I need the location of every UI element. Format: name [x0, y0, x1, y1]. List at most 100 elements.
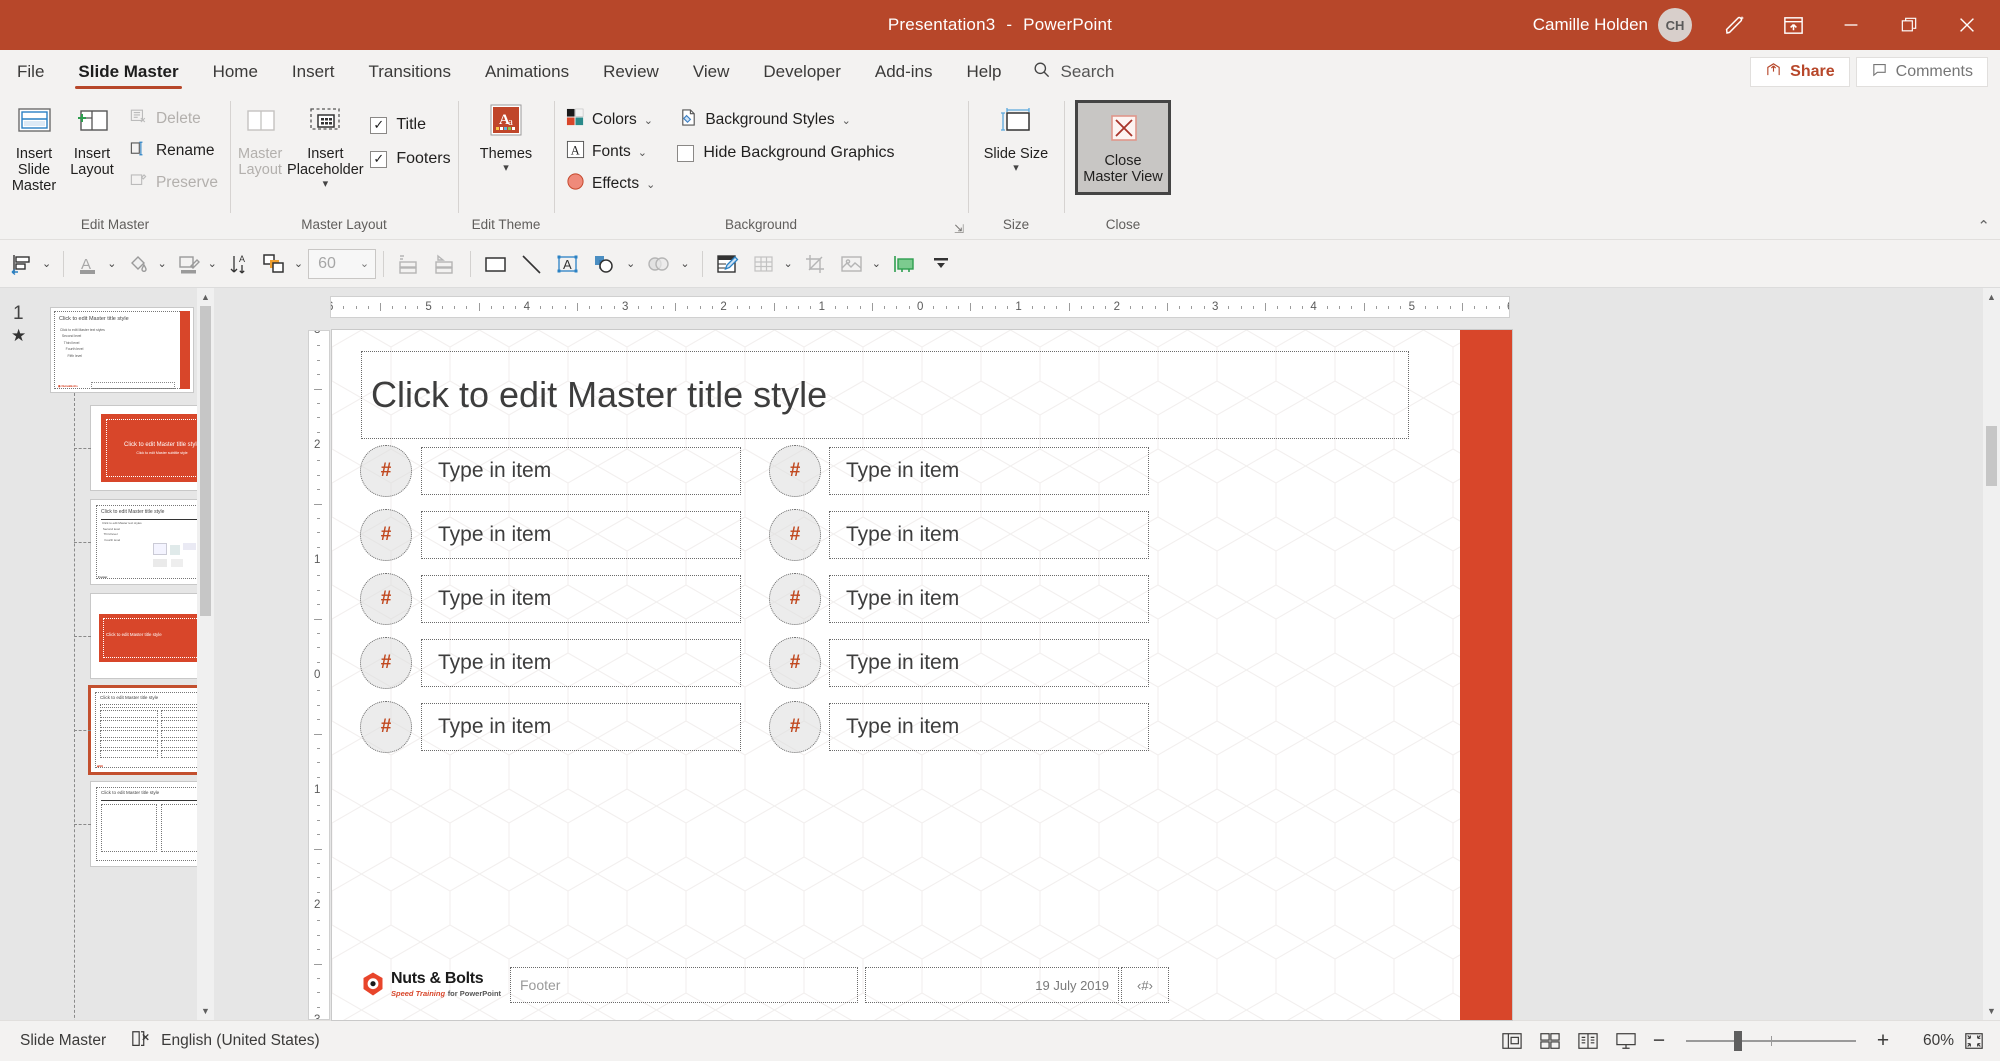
- canvas-scroll-up-arrow[interactable]: ▲: [1983, 288, 2000, 306]
- thumbnail-slide-master[interactable]: Click to edit Master title style Click t…: [51, 308, 193, 392]
- footers-checkbox[interactable]: ✓ Footers: [366, 142, 454, 176]
- theme-colors-button[interactable]: Colors ⌄: [560, 104, 661, 136]
- align-distribute-button[interactable]: [886, 244, 924, 284]
- themes-button[interactable]: A a Themes ▾: [467, 98, 545, 180]
- tab-review[interactable]: Review: [586, 50, 676, 94]
- font-size-input[interactable]: 60 ⌄: [308, 248, 377, 279]
- title-placeholder[interactable]: Click to edit Master title style: [361, 351, 1409, 439]
- thumbnail-scroll-thumb[interactable]: [200, 306, 211, 616]
- collapse-ribbon-icon[interactable]: ⌃: [1977, 217, 1990, 235]
- item-placeholder-right-1[interactable]: Type in item: [829, 447, 1149, 495]
- shape-fill-caret[interactable]: ⌄: [155, 257, 171, 270]
- user-name[interactable]: Camille Holden: [1533, 15, 1658, 35]
- distribute-horizontally-button[interactable]: [427, 244, 463, 284]
- theme-effects-button[interactable]: Effects ⌄: [560, 168, 661, 200]
- tab-insert[interactable]: Insert: [275, 50, 352, 94]
- item-placeholder-left-2[interactable]: Type in item: [421, 511, 741, 559]
- shape-fill-button[interactable]: [121, 244, 155, 284]
- item-placeholder-left-4[interactable]: Type in item: [421, 639, 741, 687]
- thumbnail-layout-section-header[interactable]: Click to edit Master title style: [91, 594, 214, 678]
- delete-master-button[interactable]: Delete: [122, 103, 224, 135]
- arrange-objects-caret[interactable]: ⌄: [292, 257, 308, 270]
- table-tools-caret[interactable]: ⌄: [782, 257, 798, 270]
- sort-order-button[interactable]: A: [222, 244, 256, 284]
- font-size-caret[interactable]: ⌄: [360, 257, 375, 270]
- slideshow-button[interactable]: [1608, 1026, 1644, 1056]
- canvas-scrollbar[interactable]: ▲ ▼: [1983, 288, 2000, 1020]
- merge-shapes-button[interactable]: [640, 244, 678, 284]
- search-input[interactable]: Search: [1018, 50, 1128, 94]
- status-view-name[interactable]: Slide Master: [8, 1032, 118, 1050]
- status-language[interactable]: English (United States): [118, 1029, 332, 1054]
- theme-fonts-button[interactable]: A Fonts ⌄: [560, 136, 661, 168]
- number-placeholder-right-4[interactable]: #: [769, 637, 821, 689]
- shape-outline-caret[interactable]: ⌄: [206, 257, 222, 270]
- comments-button[interactable]: Comments: [1855, 57, 1988, 87]
- number-placeholder-right-2[interactable]: #: [769, 509, 821, 561]
- close-icon[interactable]: [1938, 0, 1996, 50]
- normal-view-button[interactable]: [1494, 1026, 1530, 1056]
- merge-shapes-caret[interactable]: ⌄: [678, 257, 694, 270]
- thumbnail-layout-comparison[interactable]: Click to edit Master title style: [91, 782, 214, 866]
- item-placeholder-left-1[interactable]: Type in item: [421, 447, 741, 495]
- item-placeholder-right-2[interactable]: Type in item: [829, 511, 1149, 559]
- background-styles-button[interactable]: Background Styles ⌄: [673, 104, 898, 136]
- rename-master-button[interactable]: Rename: [122, 135, 224, 167]
- thumbnail-scrollbar[interactable]: ▲ ▼: [197, 288, 214, 1020]
- number-placeholder-left-3[interactable]: #: [360, 573, 412, 625]
- thumbnail-scroll-up-arrow[interactable]: ▲: [197, 288, 214, 306]
- align-objects-caret[interactable]: ⌄: [40, 257, 56, 270]
- slide-sorter-button[interactable]: [1532, 1026, 1568, 1056]
- shape-gallery-caret[interactable]: ⌄: [624, 257, 640, 270]
- date-placeholder[interactable]: 19 July 2019: [865, 967, 1119, 1003]
- fit-to-window-button[interactable]: [1956, 1026, 1992, 1056]
- number-placeholder-left-1[interactable]: #: [360, 445, 412, 497]
- item-placeholder-right-5[interactable]: Type in item: [829, 703, 1149, 751]
- slide-size-button[interactable]: Slide Size ▾: [977, 98, 1055, 180]
- zoom-out-button[interactable]: −: [1646, 1029, 1672, 1053]
- insert-placeholder-button[interactable]: Insert Placeholder ▾: [286, 98, 364, 196]
- shape-gallery-button[interactable]: [586, 244, 624, 284]
- slide-thumbnail-pane[interactable]: 1 ★ Click to edit Master title style Cli…: [0, 288, 214, 1020]
- restore-ribbon-icon[interactable]: [1764, 0, 1822, 50]
- canvas-scroll-thumb[interactable]: [1986, 426, 1997, 486]
- zoom-in-button[interactable]: +: [1870, 1029, 1896, 1053]
- preserve-master-button[interactable]: Preserve: [122, 167, 224, 199]
- ink-pen-icon[interactable]: [1706, 0, 1764, 50]
- thumbnail-scroll-track[interactable]: [197, 306, 214, 1002]
- distribute-vertically-button[interactable]: [391, 244, 427, 284]
- crop-picture-button[interactable]: [798, 244, 834, 284]
- minimize-icon[interactable]: [1822, 0, 1880, 50]
- number-placeholder-right-1[interactable]: #: [769, 445, 821, 497]
- hide-background-graphics-checkbox[interactable]: Hide Background Graphics: [673, 136, 898, 170]
- align-objects-button[interactable]: [4, 244, 40, 284]
- number-placeholder-right-3[interactable]: #: [769, 573, 821, 625]
- thumbnail-layout-title-content[interactable]: Click to edit Master title style Click t…: [91, 500, 214, 584]
- background-dialog-launcher[interactable]: ⇲: [954, 222, 964, 236]
- more-commands-button[interactable]: [924, 244, 958, 284]
- number-placeholder-right-5[interactable]: #: [769, 701, 821, 753]
- reading-view-button[interactable]: [1570, 1026, 1606, 1056]
- item-placeholder-left-5[interactable]: Type in item: [421, 703, 741, 751]
- canvas-scroll-track[interactable]: [1983, 306, 2000, 1002]
- font-color-button[interactable]: A: [71, 244, 105, 284]
- line-shape-button[interactable]: [514, 244, 550, 284]
- thumbnail-scroll-down-arrow[interactable]: ▼: [197, 1002, 214, 1020]
- avatar[interactable]: CH: [1658, 8, 1692, 42]
- title-checkbox[interactable]: ✓ Title: [366, 108, 454, 142]
- slide-number-placeholder[interactable]: ‹#›: [1121, 967, 1169, 1003]
- horizontal-ruler[interactable]: 6 5 4 3 2 1 0 1 2 3 4 5 6: [330, 296, 1510, 318]
- footer-placeholder[interactable]: Footer: [510, 967, 858, 1003]
- zoom-slider[interactable]: [1686, 1031, 1856, 1051]
- text-box-button[interactable]: A: [550, 244, 586, 284]
- item-placeholder-left-3[interactable]: Type in item: [421, 575, 741, 623]
- picture-tools-button[interactable]: [834, 244, 870, 284]
- zoom-level-label[interactable]: 60%: [1898, 1032, 1954, 1050]
- tab-home[interactable]: Home: [196, 50, 275, 94]
- zoom-slider-handle[interactable]: [1733, 1031, 1742, 1051]
- item-placeholder-right-4[interactable]: Type in item: [829, 639, 1149, 687]
- close-master-view-button[interactable]: Close Master View: [1080, 105, 1166, 190]
- shape-outline-button[interactable]: [172, 244, 206, 284]
- number-placeholder-left-2[interactable]: #: [360, 509, 412, 561]
- tab-help[interactable]: Help: [950, 50, 1019, 94]
